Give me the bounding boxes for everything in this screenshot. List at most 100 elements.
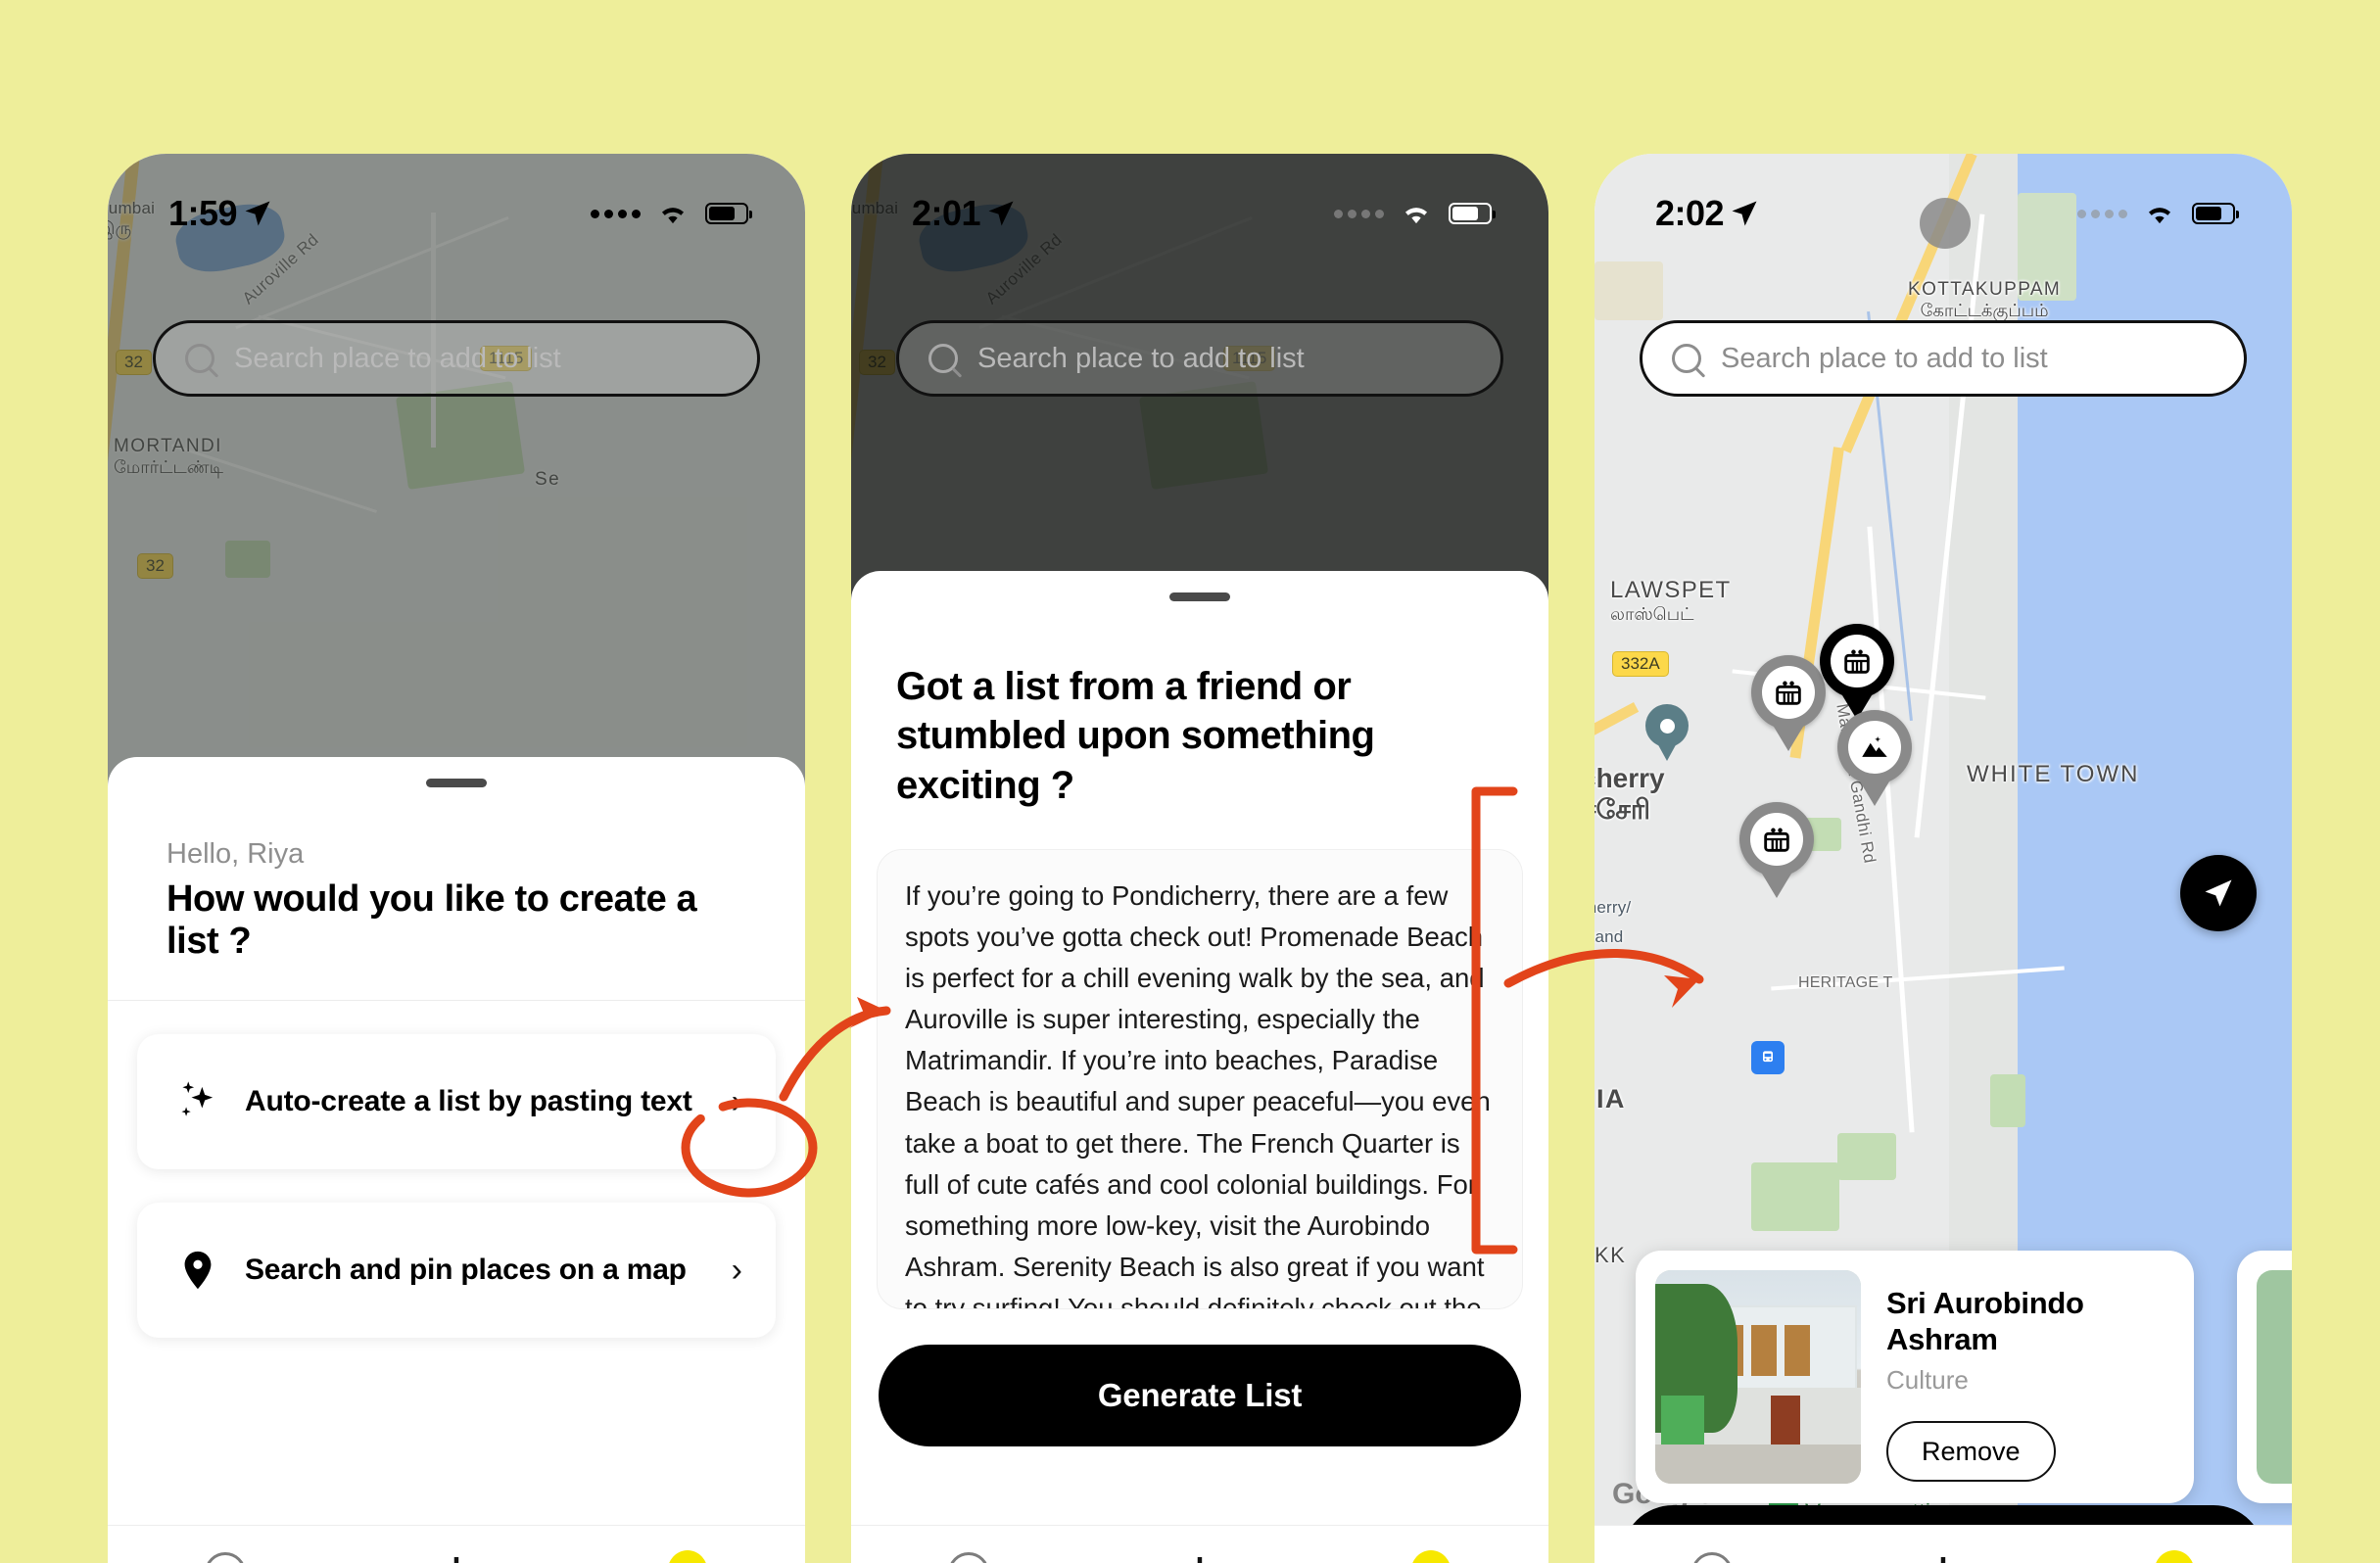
- road-shield: 332A: [1612, 651, 1669, 677]
- map-label: LAWSPET லாஸ்பெட்: [1610, 577, 1732, 627]
- landmark-icon: [1762, 666, 1815, 719]
- search-input[interactable]: Search place to add to list: [977, 343, 1305, 375]
- map-area: [1595, 261, 1663, 320]
- nav-search-icon[interactable]: [204, 1551, 246, 1563]
- nav-search-icon[interactable]: [947, 1551, 989, 1563]
- clock-text: 2:02: [1655, 193, 1725, 233]
- place-card-body: Sri Aurobindo Ashram Culture Remove: [1861, 1270, 2174, 1484]
- pasted-text[interactable]: If you’re going to Pondicherry, there ar…: [905, 876, 1495, 1308]
- map-label-text: LAWSPET: [1610, 577, 1732, 603]
- map-pin-icon[interactable]: [1645, 704, 1689, 747]
- bottom-nav-bar: +: [1595, 1525, 2292, 1563]
- search-icon: [928, 344, 958, 373]
- recenter-button[interactable]: [2180, 855, 2257, 931]
- status-indicators: [2077, 200, 2239, 227]
- status-bar: 2:02: [1595, 154, 2292, 244]
- search-bar[interactable]: Search place to add to list: [896, 320, 1503, 397]
- map-label-text: KOTTAKUPPAM: [1908, 279, 2062, 300]
- wifi-icon: [661, 208, 685, 224]
- search-icon: [185, 344, 214, 373]
- sheet-grabber[interactable]: [1169, 592, 1230, 601]
- status-time: 2:01: [912, 193, 1016, 234]
- signal-dots-icon: [591, 209, 641, 218]
- chevron-right-icon[interactable]: ›: [732, 1252, 742, 1290]
- place-title: Sri Aurobindo Ashram: [1886, 1286, 2084, 1356]
- map-label: KK: [1595, 1243, 1627, 1267]
- search-bar[interactable]: Search place to add to list: [1640, 320, 2247, 397]
- transit-icon: [1751, 1041, 1785, 1074]
- place-category: Culture: [1886, 1365, 1969, 1396]
- chevron-right-icon[interactable]: ›: [732, 1083, 742, 1121]
- page-title: How would you like to create a list ?: [167, 878, 697, 962]
- location-arrow-icon: [1732, 201, 1757, 226]
- option-auto-create[interactable]: Auto-create a list by pasting text ›: [137, 1034, 776, 1169]
- map-label-text: cherry: [1595, 763, 1665, 793]
- place-photo: [2257, 1270, 2292, 1484]
- map-park: [1837, 1133, 1896, 1180]
- status-indicators: [1334, 200, 1496, 227]
- nav-add-icon[interactable]: +: [1926, 1541, 1961, 1563]
- nav-add-icon[interactable]: +: [439, 1541, 474, 1563]
- divider: [108, 1000, 805, 1001]
- sheet-grabber[interactable]: [426, 779, 487, 787]
- mountain-sparkle-icon: [1848, 721, 1901, 774]
- option-label: Auto-create a list by pasting text: [245, 1085, 692, 1117]
- phone-1-create-list: 32 1115 32 Irumbai இரு MORTANDI மோர்ட்டண…: [108, 154, 805, 1563]
- landmark-icon: [1750, 813, 1803, 866]
- status-indicators: [591, 200, 752, 227]
- landmark-icon: [1831, 635, 1883, 687]
- signal-dots-icon: [2077, 209, 2127, 218]
- screenshot-stage: 32 1115 32 Irumbai இரு MORTANDI மோர்ட்டண…: [0, 0, 2380, 1563]
- paste-text-sheet: Got a list from a friend or stumbled upo…: [851, 571, 1548, 1563]
- location-arrow-icon: [988, 201, 1014, 226]
- map-label: WHITE TOWN: [1967, 761, 2140, 787]
- place-card-next[interactable]: [2237, 1251, 2292, 1503]
- map-marker-selected[interactable]: [1820, 624, 1894, 698]
- map-label-tamil: லாஸ்பெட்: [1610, 604, 1694, 624]
- remove-button[interactable]: Remove: [1886, 1421, 2056, 1483]
- clock-text: 2:01: [912, 193, 981, 233]
- map-label: cherry ச்சேரி: [1595, 763, 1665, 829]
- map-label: IA: [1596, 1084, 1626, 1113]
- search-input[interactable]: Search place to add to list: [1721, 343, 2048, 375]
- phone-3-map-results: 332A KOTTAKUPPAM கோட்டக்குப்பம் LAWSPET …: [1595, 154, 2292, 1563]
- map-marker[interactable]: [1739, 802, 1814, 876]
- greeting-text: Hello, Riya: [167, 838, 305, 870]
- phone-2-paste-text: 32 1115 Irumbai Auroville Rd 2:01: [851, 154, 1548, 1563]
- navigate-arrow-icon: [2205, 879, 2232, 907]
- status-time: 2:02: [1655, 193, 1759, 234]
- map-label: Stand: [1595, 927, 1624, 946]
- map-label: cherry/: [1595, 898, 1632, 917]
- map-marker[interactable]: [1751, 655, 1826, 730]
- map-park: [1751, 1162, 1839, 1231]
- nav-profile-avatar[interactable]: [667, 1549, 709, 1563]
- clock-text: 1:59: [168, 193, 238, 233]
- nav-search-icon[interactable]: [1690, 1551, 1733, 1563]
- map-pin-icon: [170, 1248, 225, 1293]
- location-arrow-icon: [245, 201, 270, 226]
- battery-icon: [1449, 203, 1496, 224]
- map-label: HERITAGE T: [1798, 974, 1893, 991]
- bottom-nav-bar: +: [108, 1525, 805, 1563]
- nav-profile-avatar[interactable]: [2154, 1549, 2196, 1563]
- search-icon: [1672, 344, 1701, 373]
- wifi-icon: [1404, 208, 1428, 224]
- page-title: Got a list from a friend or stumbled upo…: [896, 665, 1375, 807]
- search-bar[interactable]: Search place to add to list: [153, 320, 760, 397]
- search-input[interactable]: Search place to add to list: [234, 343, 561, 375]
- generate-list-button[interactable]: Generate List: [879, 1345, 1521, 1447]
- paste-text-area[interactable]: If you’re going to Pondicherry, there ar…: [877, 849, 1523, 1310]
- status-bar: 2:01: [851, 154, 1548, 244]
- status-bar: 1:59: [108, 154, 805, 244]
- option-search-pin[interactable]: Search and pin places on a map ›: [137, 1203, 776, 1338]
- battery-icon: [705, 203, 752, 224]
- nav-add-icon[interactable]: +: [1182, 1541, 1217, 1563]
- nav-profile-avatar[interactable]: [1410, 1549, 1452, 1563]
- place-card[interactable]: Sri Aurobindo Ashram Culture Remove: [1636, 1251, 2194, 1503]
- map-label: KOTTAKUPPAM கோட்டக்குப்பம்: [1908, 279, 2061, 323]
- map-marker[interactable]: [1837, 710, 1912, 784]
- bottom-nav-bar: +: [851, 1525, 1548, 1563]
- signal-dots-icon: [1334, 209, 1384, 218]
- create-list-sheet: Hello, Riya How would you like to create…: [108, 757, 805, 1563]
- wifi-icon: [2148, 208, 2171, 224]
